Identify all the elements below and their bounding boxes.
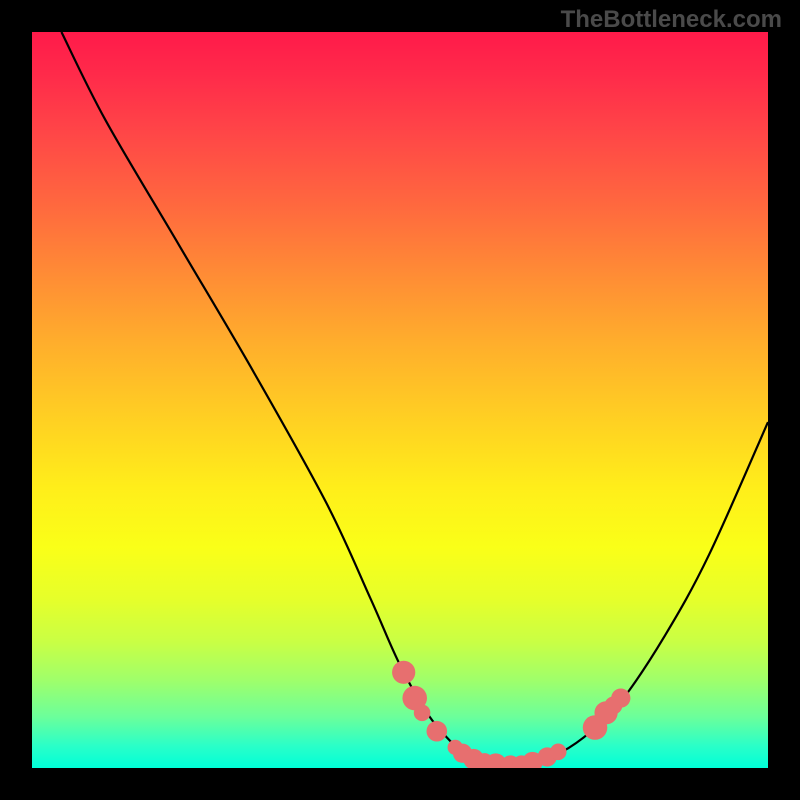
watermark-text: TheBottleneck.com <box>561 6 782 34</box>
curve-marker <box>550 744 567 761</box>
chart-svg <box>32 32 768 768</box>
curve-marker <box>611 688 630 707</box>
curve-marker <box>427 721 448 742</box>
curve-marker <box>392 661 415 684</box>
curve-line <box>61 32 768 766</box>
curve-marker <box>414 705 431 722</box>
curve-markers <box>392 661 630 768</box>
plot-area <box>32 32 768 768</box>
